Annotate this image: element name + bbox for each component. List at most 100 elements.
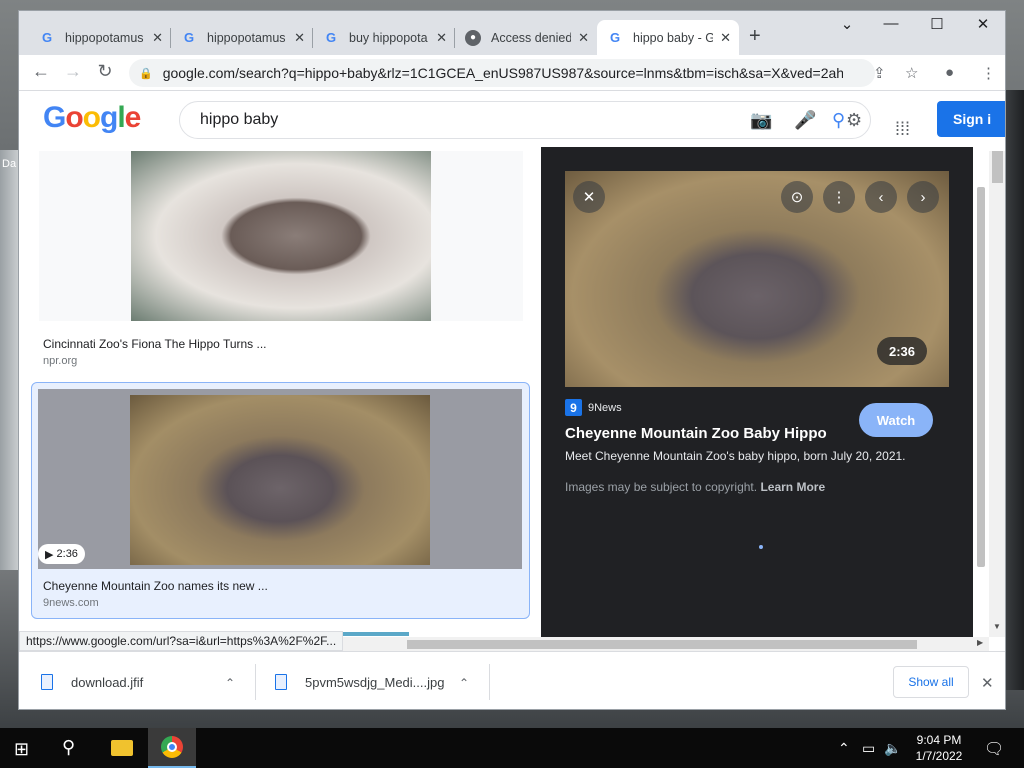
horizontal-scrollbar-thumb[interactable]: [407, 640, 917, 649]
tab-label: hippopotamus: [207, 30, 286, 45]
browser-toolbar: ← → ↻ 🔒 google.com/search?q=hippo+baby&r…: [19, 55, 1005, 91]
camera-icon[interactable]: 📷: [750, 110, 772, 131]
more-options-icon[interactable]: ⋮: [823, 181, 855, 213]
windows-start-icon[interactable]: ⊞: [14, 739, 29, 760]
preview-description: Meet Cheyenne Mountain Zoo's baby hippo,…: [565, 449, 906, 463]
share-icon[interactable]: ⇪: [873, 64, 886, 82]
image-results: Cincinnati Zoo's Fiona The Hippo Turns .…: [19, 151, 541, 637]
download-item-1[interactable]: download.jfif: [41, 664, 143, 700]
desktop-icon-label[interactable]: Da: [2, 158, 16, 170]
chrome-taskbar-button[interactable]: [148, 728, 196, 768]
network-icon[interactable]: ▭: [862, 740, 875, 757]
tab-hippopotamus-1[interactable]: G hippopotamus ✕: [29, 20, 171, 55]
google-logo[interactable]: Google: [43, 101, 141, 135]
watch-button[interactable]: Watch: [859, 403, 933, 437]
google-icon: G: [609, 30, 621, 45]
tab-hippopotamus-2[interactable]: G hippopotamus ✕: [171, 20, 313, 55]
close-icon[interactable]: ✕: [573, 181, 605, 213]
preview-scrollbar-thumb[interactable]: [977, 187, 985, 567]
link-status-bar: https://www.google.com/url?sa=i&url=http…: [19, 631, 344, 651]
window-close-button[interactable]: ✕: [963, 15, 1003, 33]
close-icon[interactable]: ✕: [720, 30, 731, 46]
chrome-icon: [161, 736, 183, 758]
profile-icon[interactable]: ●: [945, 64, 954, 81]
search-input[interactable]: [200, 111, 720, 129]
notification-icon[interactable]: 🗨: [984, 739, 1004, 759]
reload-button[interactable]: ↻: [93, 61, 117, 82]
tab-buy-hippopotamus[interactable]: G buy hippopota ✕: [313, 20, 455, 55]
result-title[interactable]: Cincinnati Zoo's Fiona The Hippo Turns .…: [43, 337, 267, 351]
hippo-cheyenne-thumbnail[interactable]: [130, 395, 430, 565]
scroll-right-arrow-icon[interactable]: ▶: [977, 638, 983, 647]
file-explorer-button[interactable]: [98, 728, 146, 768]
result-thumbnail-frame: [39, 151, 523, 321]
chevron-up-icon[interactable]: ⌃: [838, 740, 850, 757]
hippo-fiona-thumbnail[interactable]: [131, 151, 431, 321]
close-icon[interactable]: ✕: [436, 30, 447, 46]
tab-hippo-baby[interactable]: G hippo baby - G ✕: [597, 20, 739, 55]
image-preview-panel: ✕ ⊙ ⋮ ‹ › 2:36 9 9News Watch Cheyenne Mo…: [541, 147, 973, 637]
menu-kebab-icon[interactable]: ⋮: [981, 64, 996, 82]
result-source: 9news.com: [43, 597, 99, 609]
system-clock[interactable]: 9:04 PM 1/7/2022: [900, 732, 978, 764]
tab-label: buy hippopota: [349, 30, 428, 45]
download-filename: 5pvm5wsdjg_Medi....jpg: [305, 674, 445, 690]
close-download-bar-icon[interactable]: ✕: [981, 674, 994, 692]
desktop-wallpaper-right: [1006, 90, 1024, 690]
learn-more-link[interactable]: Learn More: [760, 480, 825, 494]
video-duration-badge: ▶ 2:36: [38, 544, 85, 564]
result-thumbnail-frame: [38, 389, 522, 569]
address-bar[interactable]: 🔒 google.com/search?q=hippo+baby&rlz=1C1…: [129, 59, 875, 87]
preview-title[interactable]: Cheyenne Mountain Zoo Baby Hippo: [565, 425, 827, 442]
scroll-down-arrow-icon[interactable]: ▼: [993, 622, 1001, 631]
back-button[interactable]: ←: [29, 61, 53, 82]
close-icon[interactable]: ✕: [578, 30, 589, 46]
copyright-notice: Images may be subject to copyright. Lear…: [565, 480, 825, 494]
lock-icon[interactable]: 🔒: [139, 67, 153, 80]
google-apps-icon[interactable]: ⁞⁞⁞: [895, 119, 910, 140]
new-tab-button[interactable]: +: [749, 25, 761, 48]
result-card-cheyenne[interactable]: ▶ 2:36 Cheyenne Mountain Zoo names its n…: [31, 382, 530, 619]
clock-date: 1/7/2022: [915, 749, 963, 763]
url-text: google.com/search?q=hippo+baby&rlz=1C1GC…: [162, 65, 843, 81]
settings-gear-icon[interactable]: ⚙: [846, 110, 862, 131]
show-all-downloads-button[interactable]: Show all: [893, 666, 969, 698]
forward-button[interactable]: →: [61, 61, 85, 82]
close-icon[interactable]: ✕: [294, 30, 305, 46]
lens-icon[interactable]: ⊙: [781, 181, 813, 213]
preview-source[interactable]: 9News: [588, 402, 622, 414]
download-separator: [255, 664, 256, 700]
page-scrollbar-thumb[interactable]: [992, 151, 1003, 183]
maximize-button[interactable]: ☐: [917, 15, 957, 33]
sign-in-button[interactable]: Sign i: [937, 101, 1005, 137]
globe-icon: ●: [465, 29, 481, 46]
google-icon: G: [183, 30, 195, 45]
search-icon[interactable]: ⚲: [832, 110, 845, 131]
google-icon: G: [41, 30, 53, 45]
tab-label: hippopotamus: [65, 30, 144, 45]
windows-taskbar: ⊞ ⚲ ⌃ ▭ 🔈 9:04 PM 1/7/2022 🗨: [0, 728, 1024, 768]
bookmark-star-icon[interactable]: ☆: [905, 64, 918, 82]
tab-search-chevron-icon[interactable]: ⌄: [827, 15, 867, 33]
minimize-button[interactable]: —: [871, 15, 911, 32]
chevron-left-icon[interactable]: ‹: [865, 181, 897, 213]
microphone-icon[interactable]: 🎤: [794, 110, 816, 131]
download-filename: download.jfif: [71, 674, 144, 690]
tab-strip: G hippopotamus ✕ G hippopotamus ✕ G buy …: [19, 11, 1005, 55]
google-icon: G: [325, 30, 337, 45]
browser-window: G hippopotamus ✕ G hippopotamus ✕ G buy …: [18, 10, 1006, 710]
file-icon: [41, 674, 53, 690]
search-icon[interactable]: ⚲: [62, 737, 75, 758]
search-box[interactable]: 📷 🎤 ⚲ ⚙: [179, 101, 871, 139]
preview-video-image[interactable]: ✕ ⊙ ⋮ ‹ › 2:36: [565, 171, 949, 387]
chevron-up-icon[interactable]: ⌃: [459, 676, 469, 690]
close-icon[interactable]: ✕: [152, 30, 163, 46]
page-scrollbar-track[interactable]: [989, 151, 1005, 637]
tab-access-denied[interactable]: ● Access denied ✕: [455, 20, 597, 55]
volume-muted-icon[interactable]: 🔈: [884, 740, 901, 757]
chevron-right-icon[interactable]: ›: [907, 181, 939, 213]
9news-logo-icon: 9: [565, 399, 582, 416]
chevron-up-icon[interactable]: ⌃: [225, 676, 235, 690]
result-title[interactable]: Cheyenne Mountain Zoo names its new ...: [43, 579, 268, 593]
download-item-2[interactable]: 5pvm5wsdjg_Medi....jpg: [275, 664, 444, 700]
